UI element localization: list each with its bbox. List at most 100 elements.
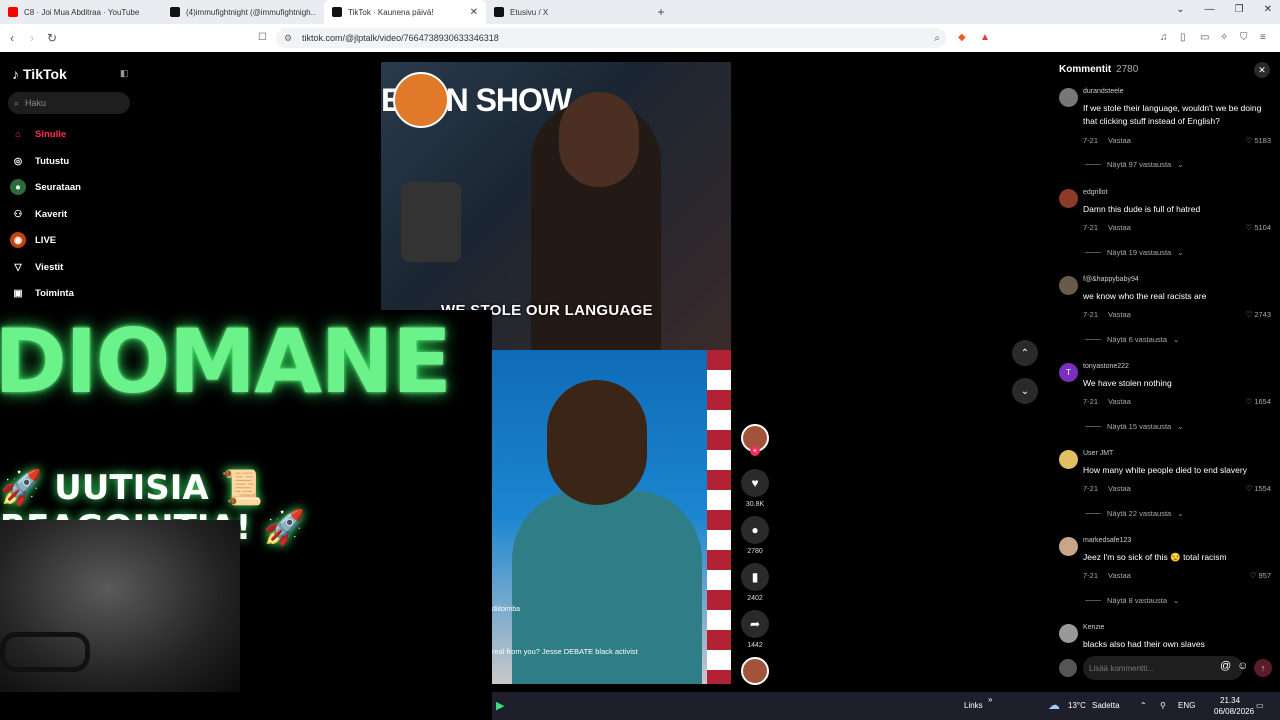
comment-text: We have stolen nothing [1083, 378, 1172, 388]
comment-avatar[interactable] [1059, 537, 1078, 556]
brave-shield-icon[interactable]: ◆ [958, 32, 966, 43]
video-author[interactable]: diitoimba [492, 606, 520, 613]
sidebar-item-seurataan[interactable]: ● Seurataan [10, 179, 81, 195]
comment-like-button[interactable]: ♡ 957 [1250, 571, 1271, 580]
media-icon[interactable]: ♫ [1160, 32, 1168, 43]
send-comment-button[interactable]: ↑ [1254, 659, 1272, 677]
browser-tab-youtube[interactable]: C8 · Joi Mua Abditraa · YouTube [0, 0, 162, 24]
reply-button[interactable]: Vastaa [1108, 484, 1131, 493]
comment-avatar[interactable] [1059, 276, 1078, 295]
previous-video-button[interactable]: ⌃ [1012, 340, 1038, 366]
leo-icon[interactable]: ✧ [1220, 32, 1228, 43]
like-button[interactable]: ♥ 30.8K [738, 469, 772, 508]
comment-avatar[interactable] [1059, 624, 1078, 643]
new-tab-button[interactable]: + [654, 5, 668, 19]
weather-temp[interactable]: 13°C [1068, 701, 1086, 710]
comment-username[interactable]: User JMT [1083, 450, 1113, 457]
view-replies-button[interactable]: Näytä 15 vastausta ⌄ [1085, 422, 1184, 431]
notifications-icon[interactable]: ▭ [1256, 701, 1264, 710]
menu-icon[interactable]: ≡ [1260, 32, 1266, 43]
zoom-icon[interactable]: ⌕ [934, 33, 940, 44]
vpn-icon[interactable]: ⛉ [1240, 32, 1248, 43]
tiktok-logo[interactable]: ♪ TikTok [12, 66, 67, 82]
url-field[interactable]: ⚙ tiktok.com/@jlptalk/video/766473893063… [276, 28, 946, 48]
site-info-icon[interactable]: ⚙ [284, 33, 292, 44]
app-icon[interactable]: ▶ [496, 699, 504, 712]
close-window-icon[interactable]: ✕ [1264, 4, 1272, 15]
wallet-icon[interactable]: ▭ [1200, 32, 1209, 43]
follow-plus-icon[interactable]: + [750, 446, 760, 456]
sidebar-item-tutustu[interactable]: ◎ Tutustu [10, 153, 69, 169]
comment-avatar[interactable] [1059, 189, 1078, 208]
share-button[interactable]: ➦ 1442 [738, 610, 772, 649]
comment-button[interactable]: ● 2780 [738, 516, 772, 555]
reload-icon[interactable]: ↻ [42, 31, 62, 45]
sidebar-item-toiminta[interactable]: ▣ Toiminta [10, 285, 74, 301]
comment-input[interactable]: Lisää kommentti... [1083, 656, 1243, 680]
reply-button[interactable]: Vastaa [1108, 310, 1131, 319]
search-input[interactable]: ⌕ Haku [8, 92, 130, 114]
comment-username[interactable]: tonyastone222 [1083, 363, 1129, 370]
comment-like-button[interactable]: ♡ 1654 [1246, 397, 1272, 406]
sidebar-item-viestit[interactable]: ▽ Viestit [10, 259, 63, 275]
tab-title: Etusivu / X [510, 7, 549, 17]
comment-avatar[interactable]: T [1059, 363, 1078, 382]
mention-icon[interactable]: @ [1220, 660, 1231, 672]
links-toolbar[interactable]: Links [964, 701, 983, 710]
browser-tab-tiktok-1[interactable]: (4)immufightnight (@immufightnigh... [162, 0, 324, 24]
close-comments-icon[interactable]: ✕ [1254, 62, 1270, 78]
brave-rewards-icon[interactable]: ▲ [980, 32, 990, 43]
comment-username[interactable]: markedsafe123 [1083, 537, 1131, 544]
clock-date[interactable]: 06/08/2026 [1214, 707, 1254, 716]
next-video-button[interactable]: ⌄ [1012, 378, 1038, 404]
view-replies-button[interactable]: Näytä 6 vastausta ⌄ [1085, 335, 1179, 344]
network-icon[interactable]: ⚲ [1160, 701, 1166, 710]
restore-icon[interactable]: ❐ [1235, 4, 1244, 15]
emoji-icon[interactable]: ☺ [1237, 660, 1248, 672]
reply-button[interactable]: Vastaa [1108, 223, 1131, 232]
view-replies-button[interactable]: Näytä 19 vastausta ⌄ [1085, 248, 1184, 257]
clock-time[interactable]: 21.34 [1220, 696, 1240, 705]
browser-tab-tiktok-active[interactable]: TikTok · Kaunena päivä! ✕ [324, 0, 486, 24]
comment-like-button[interactable]: ♡ 2743 [1246, 310, 1272, 319]
comment-username[interactable]: f@&happybaby94 [1083, 276, 1139, 283]
reply-button[interactable]: Vastaa [1108, 136, 1131, 145]
sidebar-item-kaverit[interactable]: ⚇ Kaverit [10, 206, 67, 222]
comment-likes: 2743 [1254, 310, 1271, 319]
reply-button[interactable]: Vastaa [1108, 571, 1131, 580]
sidebar-icon[interactable]: ▯ [1180, 32, 1186, 43]
view-replies-button[interactable]: Näytä 22 vastausta ⌄ [1085, 509, 1184, 518]
view-replies-button[interactable]: Näytä 97 vastausta ⌄ [1085, 160, 1184, 169]
comment-avatar[interactable] [1059, 88, 1078, 107]
sidebar-item-live[interactable]: ◉ LIVE [10, 232, 56, 248]
browser-tab-x[interactable]: Etusivu / X [486, 0, 648, 24]
close-tab-icon[interactable]: ✕ [470, 7, 478, 18]
weather-condition[interactable]: Sadetta [1092, 701, 1120, 710]
creator-avatar[interactable]: + [738, 424, 772, 456]
collapse-sidebar-icon[interactable]: ◧ [120, 68, 129, 79]
tiktok-note-icon: ♪ [12, 66, 19, 82]
comment-like-button[interactable]: ♡ 5104 [1246, 223, 1272, 232]
comment-username[interactable]: Kenzie [1083, 624, 1104, 631]
comment-like-button[interactable]: ♡ 1554 [1246, 484, 1272, 493]
tray-chevron-icon[interactable]: ⌃ [1140, 701, 1147, 710]
forward-icon[interactable]: › [22, 31, 42, 45]
save-button[interactable]: ▮ 2402 [738, 563, 772, 602]
comment-username[interactable]: durandsteele [1083, 88, 1123, 95]
comment-username[interactable]: edgrillot [1083, 189, 1108, 196]
comment-like-button[interactable]: ♡ 5183 [1246, 136, 1272, 145]
bookmark-icon[interactable]: ☐ [258, 32, 267, 43]
video-frame-bottom[interactable] [492, 350, 731, 684]
chevron-right-icon[interactable]: » [988, 695, 992, 704]
view-replies-label: Näytä 8 vastausta [1107, 596, 1168, 605]
minimize-icon[interactable]: — [1205, 4, 1215, 15]
reply-button[interactable]: Vastaa [1108, 397, 1131, 406]
back-icon[interactable]: ‹ [2, 31, 22, 45]
music-disc[interactable] [738, 657, 772, 685]
view-replies-button[interactable]: Näytä 8 vastausta ⌄ [1085, 596, 1179, 605]
sidebar-item-label: Tutustu [35, 155, 70, 167]
language-indicator[interactable]: ENG [1178, 701, 1195, 710]
comment-avatar[interactable] [1059, 450, 1078, 469]
sidebar-item-sinulle[interactable]: ⌂ Sinulle [10, 126, 66, 142]
tab-list-icon[interactable]: ⌄ [1176, 4, 1184, 15]
